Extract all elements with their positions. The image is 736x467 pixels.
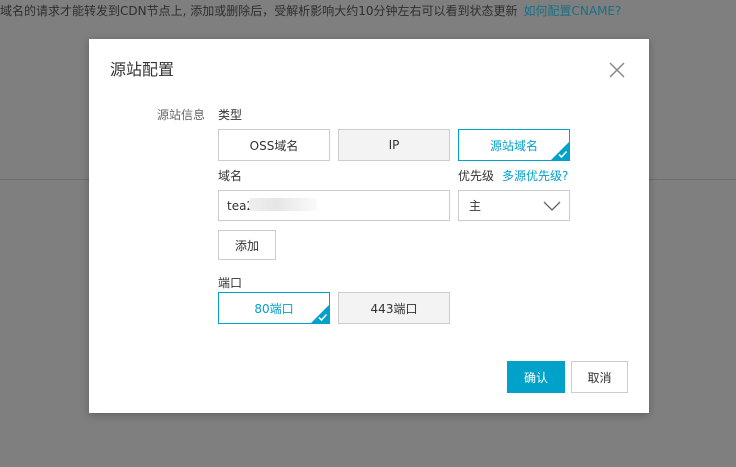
port-option-label: 443端口 [370,301,418,316]
priority-label: 优先级 [458,169,495,183]
close-button[interactable] [608,61,626,79]
dialog-title: 源站配置 [110,60,175,79]
checkmark-icon [311,305,329,323]
background-notice-text: 域名的请求才能转发到CDN节点上, 添加或删除后，受解析影响大约10分钟左右可以… [0,4,518,18]
origin-info-label: 源站信息 [157,108,206,122]
type-option-label: 源站域名 [489,138,538,153]
type-option-ip[interactable]: IP [338,129,450,161]
confirm-button[interactable]: 确认 [507,361,565,393]
checkmark-icon [551,142,569,160]
type-option-oss-domain[interactable]: OSS域名 [218,129,330,161]
port-option-label: 80端口 [254,301,294,316]
type-option-label: OSS域名 [249,138,299,153]
cancel-button-label: 取消 [587,370,612,385]
chevron-down-icon [543,201,561,211]
background-notice: 域名的请求才能转发到CDN节点上, 添加或删除后，受解析影响大约10分钟左右可以… [0,2,736,20]
origin-config-dialog: 源站配置 源站信息 类型 OSS域名 IP 源站域名 域名 优先级 多源优先级?… [89,39,649,413]
cancel-button[interactable]: 取消 [571,361,628,393]
domain-label: 域名 [218,169,243,183]
type-label: 类型 [218,108,243,122]
priority-select[interactable]: 主 [458,190,570,221]
confirm-button-label: 确认 [523,370,548,385]
port-option-80[interactable]: 80端口 [218,292,330,324]
port-option-443[interactable]: 443端口 [338,292,450,324]
close-icon [609,62,625,78]
redacted-blur [249,198,317,211]
priority-value: 主 [469,199,482,213]
type-option-label: IP [388,138,400,152]
add-button-label: 添加 [234,238,259,253]
type-option-origin-domain[interactable]: 源站域名 [458,129,570,161]
multi-origin-priority-link[interactable]: 多源优先级? [502,168,568,184]
add-button[interactable]: 添加 [218,230,276,260]
port-label: 端口 [218,276,243,290]
cname-help-link[interactable]: 如何配置CNAME? [524,4,622,18]
